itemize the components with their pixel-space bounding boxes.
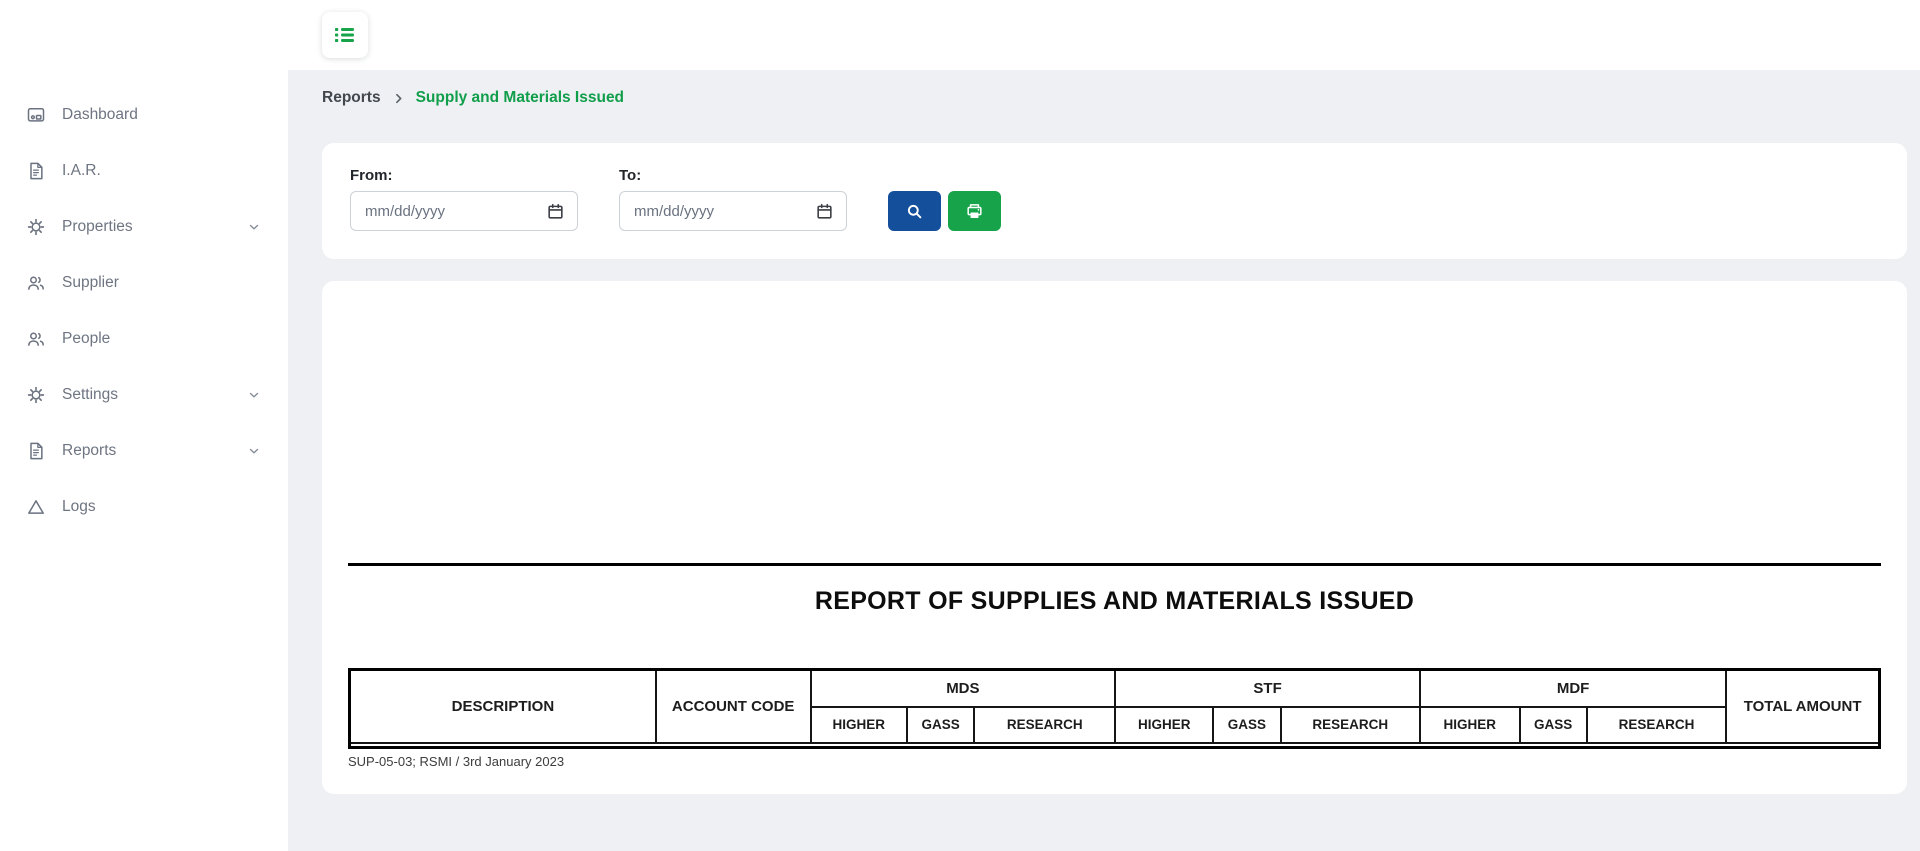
subcol-research: RESEARCH	[1587, 707, 1726, 743]
triangle-icon	[26, 497, 46, 517]
col-header-total-amount: TOTAL AMOUNT	[1726, 670, 1879, 743]
subcol-higher: HIGHER	[811, 707, 907, 743]
subcol-gass: GASS	[907, 707, 974, 743]
top-bar	[288, 0, 1920, 70]
report-title: REPORT OF SUPPLIES AND MATERIALS ISSUED	[348, 587, 1881, 616]
report-table: DESCRIPTION ACCOUNT CODE MDS STF MDF TOT…	[348, 668, 1881, 749]
col-group-stf: STF	[1115, 670, 1420, 707]
subcol-gass: GASS	[1520, 707, 1587, 743]
to-label: To:	[619, 167, 847, 184]
chevron-down-icon	[247, 220, 261, 234]
people-icon	[26, 329, 46, 349]
sidebar-item-label: Properties	[62, 218, 247, 236]
col-group-mds: MDS	[811, 670, 1116, 707]
chevron-down-icon	[247, 444, 261, 458]
to-date-field: To:	[619, 167, 847, 231]
list-icon	[335, 26, 355, 44]
sidebar-item-label: Supplier	[62, 274, 261, 292]
sidebar-item-supplier[interactable]: Supplier	[0, 255, 288, 311]
sidebar-item-label: I.A.R.	[62, 162, 261, 180]
sidebar-item-label: Logs	[62, 498, 261, 516]
breadcrumb-current: Supply and Materials Issued	[416, 89, 624, 107]
calendar-icon[interactable]	[815, 202, 834, 221]
document-icon	[26, 441, 46, 461]
sidebar-toggle-button[interactable]	[322, 12, 368, 58]
subcol-gass: GASS	[1213, 707, 1280, 743]
report-preview-panel: REPORT OF SUPPLIES AND MATERIALS ISSUED …	[322, 281, 1907, 794]
from-date-text[interactable]	[365, 203, 546, 220]
people-icon	[26, 273, 46, 293]
sidebar-nav: Dashboard I.A.R. Properties	[0, 0, 288, 535]
search-icon	[905, 202, 924, 221]
breadcrumb-parent[interactable]: Reports	[322, 89, 381, 107]
chevron-down-icon	[247, 388, 261, 402]
subcol-research: RESEARCH	[974, 707, 1115, 743]
chevron-right-icon	[392, 92, 405, 105]
sidebar-item-people[interactable]: People	[0, 311, 288, 367]
filter-actions	[888, 191, 1001, 231]
main-content: Reports Supply and Materials Issued From…	[288, 70, 1920, 851]
breadcrumb: Reports Supply and Materials Issued	[322, 88, 1907, 108]
col-header-account-code: ACCOUNT CODE	[656, 670, 811, 743]
date-filter-panel: From: To:	[322, 143, 1907, 259]
col-group-mdf: MDF	[1420, 670, 1726, 707]
calendar-icon[interactable]	[546, 202, 565, 221]
from-date-field: From:	[350, 167, 578, 231]
sidebar-item-reports[interactable]: Reports	[0, 423, 288, 479]
subcol-higher: HIGHER	[1115, 707, 1213, 743]
to-date-input[interactable]	[619, 191, 847, 231]
sidebar-item-properties[interactable]: Properties	[0, 199, 288, 255]
sidebar-item-logs[interactable]: Logs	[0, 479, 288, 535]
report-divider-line	[348, 563, 1881, 566]
printer-icon	[965, 202, 984, 221]
sidebar-item-settings[interactable]: Settings	[0, 367, 288, 423]
sidebar-item-iar[interactable]: I.A.R.	[0, 143, 288, 199]
sidebar: Dashboard I.A.R. Properties	[0, 0, 288, 851]
sidebar-item-label: Reports	[62, 442, 247, 460]
document-icon	[26, 161, 46, 181]
sidebar-item-label: Settings	[62, 386, 247, 404]
subcol-research: RESEARCH	[1281, 707, 1420, 743]
empty-table-body-row	[350, 743, 1880, 748]
sidebar-item-dashboard[interactable]: Dashboard	[0, 87, 288, 143]
from-date-input[interactable]	[350, 191, 578, 231]
gear-icon	[26, 385, 46, 405]
search-button[interactable]	[888, 191, 941, 231]
gear-icon	[26, 217, 46, 237]
report-footnote: SUP-05-03; RSMI / 3rd January 2023	[348, 754, 1881, 769]
from-label: From:	[350, 167, 578, 184]
sidebar-item-label: People	[62, 330, 261, 348]
dashboard-icon	[26, 105, 46, 125]
to-date-text[interactable]	[634, 203, 815, 220]
sidebar-item-label: Dashboard	[62, 106, 261, 124]
report-blank-area	[348, 281, 1881, 563]
col-header-description: DESCRIPTION	[350, 670, 656, 743]
subcol-higher: HIGHER	[1420, 707, 1520, 743]
print-button[interactable]	[948, 191, 1001, 231]
